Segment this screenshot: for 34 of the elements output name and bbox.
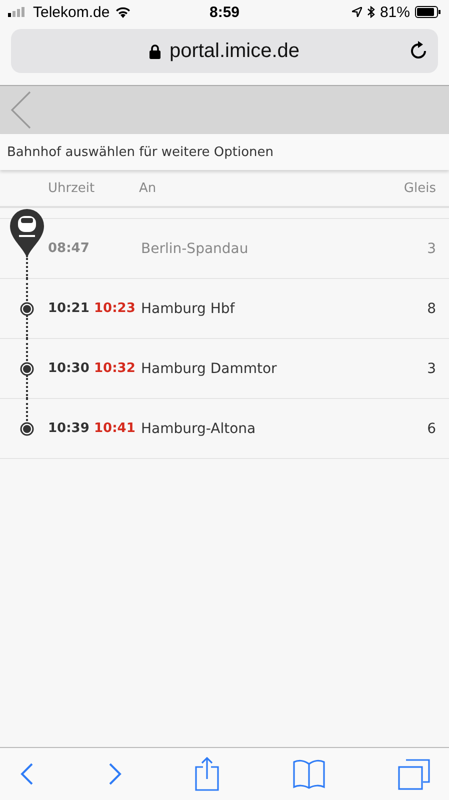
column-header: Gleis — [404, 180, 436, 196]
location-arrow-icon — [352, 7, 362, 17]
column-header: Uhrzeit — [48, 180, 96, 196]
actual-time: 10:41 — [94, 421, 136, 436]
column-header: An — [139, 180, 158, 196]
share-icon[interactable] — [195, 757, 219, 791]
platform-number: 8 — [427, 300, 436, 316]
platform-number: 6 — [427, 420, 436, 436]
status-time: 8:59 — [209, 4, 240, 20]
station-name: Hamburg-Altona — [141, 420, 257, 436]
scheduled-time: 10:39 — [48, 421, 90, 436]
scheduled-time: 10:30 — [48, 361, 90, 376]
address-bar[interactable]: portal.imice.de — [11, 29, 438, 73]
station-name: Berlin-Spandau — [141, 240, 250, 256]
platform-number: 3 — [427, 360, 436, 376]
bookmarks-icon[interactable] — [292, 759, 324, 789]
back-icon[interactable] — [20, 762, 34, 786]
battery-percentage: 81% — [380, 4, 410, 20]
reload-icon[interactable] — [410, 40, 428, 60]
carrier-name: Telekom.de — [33, 4, 110, 20]
tabs-icon[interactable] — [398, 758, 430, 790]
battery-icon — [415, 6, 441, 18]
wifi-icon — [114, 6, 131, 18]
platform-number: 3 — [427, 240, 436, 256]
scheduled-time: 08:47 — [48, 241, 90, 256]
lock-icon — [149, 44, 162, 58]
info-text: Bahnhof auswählen für weitere Optionen — [7, 144, 274, 160]
station-name: Hamburg Dammtor — [141, 360, 278, 376]
actual-time: 10:23 — [94, 301, 136, 316]
station-name: Hamburg Hbf — [141, 300, 236, 316]
bluetooth-icon — [366, 6, 375, 18]
scheduled-time: 10:21 — [48, 301, 90, 316]
actual-time: 10:32 — [94, 361, 136, 376]
forward-icon[interactable] — [108, 762, 122, 786]
